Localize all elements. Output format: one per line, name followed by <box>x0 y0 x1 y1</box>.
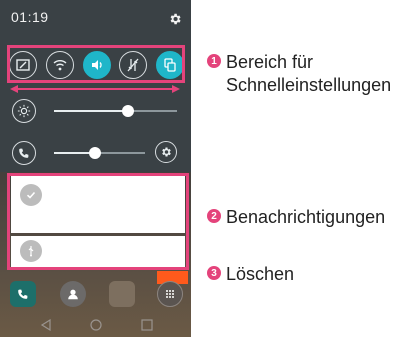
brightness-fill <box>54 110 128 112</box>
callout-clear: 3 Löschen <box>207 263 294 286</box>
brightness-slider[interactable] <box>54 105 177 117</box>
callout-label: Benachrichtigungen <box>226 207 386 227</box>
notifications-highlight <box>7 173 189 270</box>
gear-icon[interactable] <box>168 12 182 26</box>
contacts-app-icon[interactable] <box>60 281 86 307</box>
status-time: 01:19 <box>11 9 49 25</box>
volume-settings-button[interactable] <box>155 141 177 163</box>
quick-settings-highlight <box>7 45 185 83</box>
home-icon[interactable] <box>90 319 102 331</box>
volume-knob[interactable] <box>88 147 101 159</box>
brightness-slider-row <box>12 99 177 125</box>
brightness-knob[interactable] <box>121 105 134 117</box>
volume-slider-row <box>12 141 177 167</box>
messages-app-icon[interactable] <box>109 281 135 307</box>
contacts-icon <box>68 289 78 300</box>
brightness-icon <box>17 104 31 118</box>
callout-label: Bereich für Schnelleinstellungen <box>226 52 392 95</box>
gear-icon <box>162 147 171 157</box>
callout-notifications: 2 Benachrichtigungen <box>207 206 385 229</box>
volume-slider[interactable] <box>54 147 145 159</box>
call-volume-icon <box>19 148 29 158</box>
scroll-arrow-icon <box>10 85 180 93</box>
apps-button[interactable] <box>157 281 183 307</box>
recent-apps-icon[interactable] <box>141 319 153 331</box>
phone-screenshot: 01:19 <box>0 0 191 337</box>
navigation-bar <box>0 312 191 337</box>
call-volume-button[interactable] <box>12 141 36 165</box>
callout-number-badge: 3 <box>207 266 221 280</box>
home-dock <box>0 281 191 309</box>
callout-number-badge: 1 <box>207 54 221 68</box>
callout-number-badge: 2 <box>207 209 221 223</box>
back-icon[interactable] <box>40 319 52 331</box>
brightness-button[interactable] <box>12 99 36 123</box>
callout-quick-settings: 1 Bereich für Schnelleinstellungen <box>207 51 406 97</box>
apps-grid-icon <box>166 290 174 298</box>
callout-label: Löschen <box>226 264 295 284</box>
phone-app-icon[interactable] <box>10 281 36 307</box>
phone-icon <box>18 289 28 299</box>
